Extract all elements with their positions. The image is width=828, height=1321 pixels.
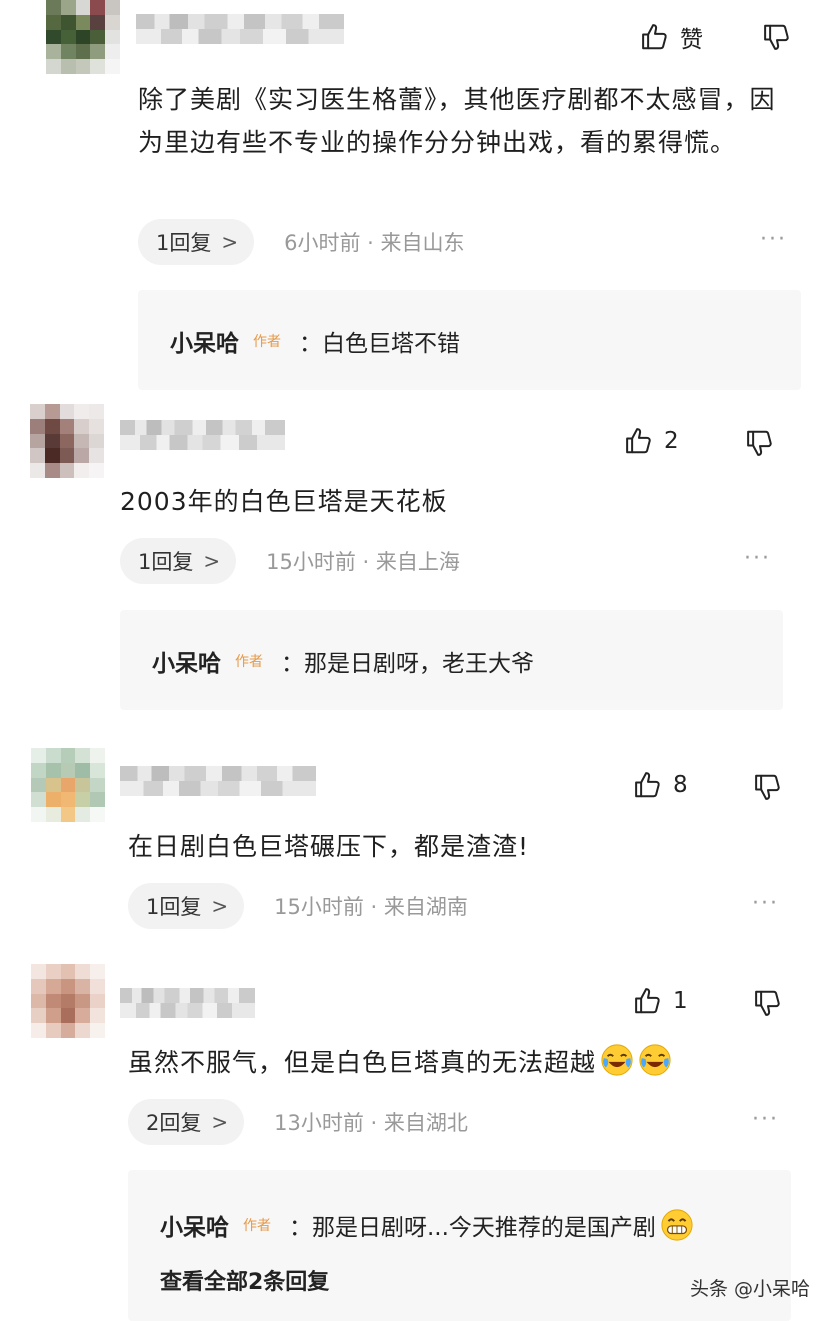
time-location: 15小时前 · 来自上海 — [266, 550, 460, 574]
reply-count-button[interactable]: 1回复 > — [120, 538, 237, 584]
thumb-down-icon[interactable] — [745, 428, 775, 458]
comment-text: 2003年的白色巨塔是天花板 — [120, 487, 448, 516]
more-icon[interactable]: ··· — [752, 891, 779, 916]
reply-count-button[interactable]: 2回复 > — [128, 1099, 245, 1145]
more-icon[interactable]: ··· — [744, 546, 771, 571]
comment-text: 在日剧白色巨塔碾压下，都是渣渣! — [128, 832, 530, 861]
comment-meta: 2回复 > 13小时前 · 来自湖北 — [128, 1099, 468, 1145]
sub-reply: 小呆哈 作者 ：那是日剧呀...今天推荐的是国产剧 — [160, 1208, 694, 1242]
thumb-up-icon — [642, 24, 667, 50]
chevron-right-icon: > — [221, 230, 239, 254]
reply-count-button[interactable]: 1回复 > — [138, 219, 255, 265]
like-button[interactable]: 8 — [633, 770, 688, 800]
avatar[interactable] — [31, 748, 105, 822]
reply-count-button[interactable]: 1回复 > — [128, 883, 245, 929]
comment-meta: 1回复 > 15小时前 · 来自湖南 — [128, 883, 468, 929]
sub-reply-box[interactable]: 小呆哈 作者 ：那是日剧呀，老王大爷 — [120, 610, 783, 710]
avatar[interactable] — [30, 404, 104, 478]
like-count: 赞 — [680, 27, 703, 53]
comment-item: 2 2003年的白色巨塔是天花板 1回复 > 15小时前 · 来自上海 ··· … — [0, 404, 828, 724]
like-button[interactable]: 2 — [624, 426, 679, 456]
username-blurred[interactable] — [120, 766, 316, 796]
chevron-right-icon: > — [203, 549, 221, 573]
more-icon[interactable]: ··· — [760, 227, 787, 252]
laugh-cry-emoji — [639, 1044, 671, 1076]
comment-text-content: 虽然不服气，但是白色巨塔真的无法超越 — [128, 1048, 597, 1077]
like-count: 8 — [673, 772, 688, 798]
thumb-up-icon — [635, 772, 660, 798]
like-button[interactable]: 赞 — [640, 20, 703, 54]
sub-reply-author[interactable]: 小呆哈 — [170, 324, 239, 358]
laugh-cry-emoji — [601, 1044, 633, 1076]
time-location: 6小时前 · 来自山东 — [284, 231, 465, 255]
comment-item: 1 虽然不服气，但是白色巨塔真的无法超越 2回复 > 13小时前 · 来自湖北 … — [0, 964, 828, 1321]
sub-reply-author[interactable]: 小呆哈 — [152, 644, 221, 678]
comment-text: 虽然不服气，但是白色巨塔真的无法超越 — [128, 1041, 808, 1084]
watermark: 头条 @小呆哈 — [689, 1278, 810, 1300]
username-blurred[interactable] — [120, 988, 255, 1018]
username-blurred[interactable] — [136, 14, 344, 44]
reply-count-label: 2回复 — [146, 1111, 202, 1135]
sub-reply: 小呆哈 作者 ：白色巨塔不错 — [170, 324, 460, 358]
comment-item: 8 在日剧白色巨塔碾压下，都是渣渣! 1回复 > 15小时前 · 来自湖南 ··… — [0, 748, 828, 948]
sub-reply-author[interactable]: 小呆哈 — [160, 1208, 229, 1242]
avatar[interactable] — [31, 964, 105, 1038]
like-button[interactable]: 1 — [633, 986, 688, 1016]
like-count: 2 — [664, 428, 679, 454]
comment-meta: 1回复 > 6小时前 · 来自山东 — [138, 219, 465, 265]
sub-reply-text: ：那是日剧呀...今天推荐的是国产剧 — [289, 1215, 656, 1241]
thumb-down-icon[interactable] — [753, 988, 783, 1018]
thumb-down-icon[interactable] — [753, 772, 783, 802]
view-all-replies-link[interactable]: 查看全部2条回复 — [160, 1264, 329, 1296]
sub-reply-text: ：那是日剧呀，老王大爷 — [281, 651, 534, 677]
author-tag: 作者 — [235, 654, 263, 670]
thumb-up-icon — [635, 988, 660, 1014]
grin-emoji — [661, 1209, 693, 1241]
comment-meta: 1回复 > 15小时前 · 来自上海 — [120, 538, 460, 584]
username-blurred[interactable] — [120, 420, 285, 450]
sub-reply: 小呆哈 作者 ：那是日剧呀，老王大爷 — [152, 644, 534, 678]
thumb-up-icon — [626, 428, 651, 454]
chevron-right-icon: > — [211, 1110, 229, 1134]
like-count: 1 — [673, 988, 688, 1014]
reply-count-label: 1回复 — [146, 895, 202, 919]
time-location: 15小时前 · 来自湖南 — [274, 895, 468, 919]
reply-count-label: 1回复 — [156, 231, 212, 255]
more-icon[interactable]: ··· — [752, 1107, 779, 1132]
avatar[interactable] — [46, 0, 120, 74]
reply-count-label: 1回复 — [138, 550, 194, 574]
sub-reply-box[interactable]: 小呆哈 作者 ：白色巨塔不错 — [138, 290, 801, 390]
time-location: 13小时前 · 来自湖北 — [274, 1111, 468, 1135]
author-tag: 作者 — [253, 334, 281, 350]
comment-text: 除了美剧《实习医生格蕾》，其他医疗剧都不太感冒，因为里边有些不专业的操作分分钟出… — [138, 85, 776, 157]
comment-item: 赞 除了美剧《实习医生格蕾》，其他医疗剧都不太感冒，因为里边有些不专业的操作分分… — [0, 0, 828, 400]
thumb-down-icon[interactable] — [762, 22, 792, 52]
sub-reply-text: ：白色巨塔不错 — [299, 331, 460, 357]
author-tag: 作者 — [243, 1218, 271, 1234]
chevron-right-icon: > — [211, 894, 229, 918]
